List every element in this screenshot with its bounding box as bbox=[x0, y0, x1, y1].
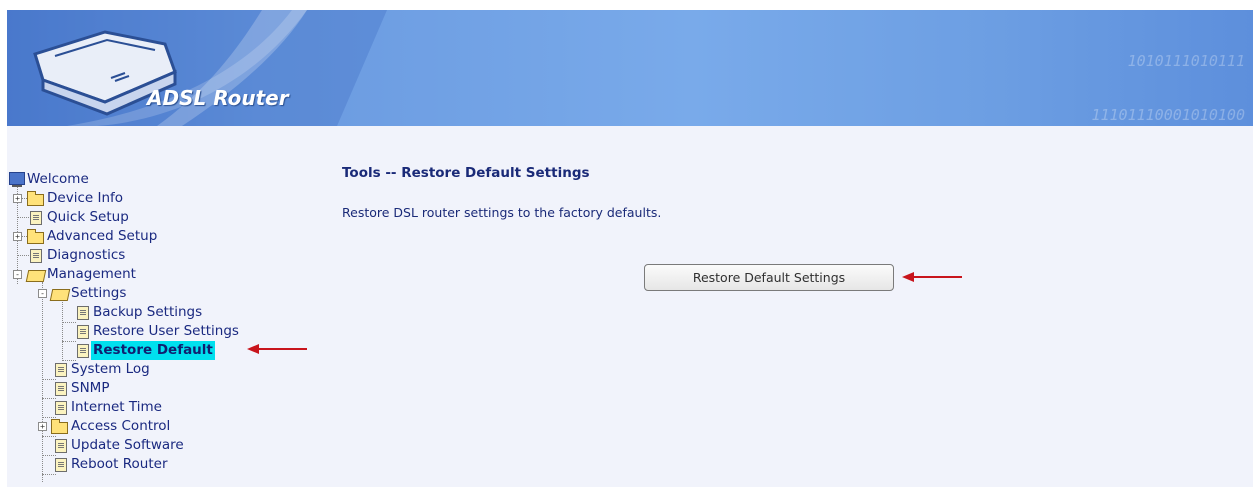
tree-connector bbox=[62, 322, 76, 323]
nav-item-label: Management bbox=[47, 266, 136, 282]
nav-item-label: Restore User Settings bbox=[93, 323, 239, 339]
binary-line: 1010111010111 bbox=[1127, 52, 1245, 70]
expand-icon[interactable]: + bbox=[38, 422, 47, 431]
page-icon bbox=[55, 458, 67, 472]
folder-icon bbox=[51, 419, 68, 434]
router-web-ui: 1010111010111 11101110001010100 10101101… bbox=[7, 10, 1253, 487]
monitor-icon bbox=[9, 172, 25, 187]
binary-decoration: 1010111010111 11101110001010100 10101101… bbox=[915, 16, 1245, 124]
nav-item-label: Backup Settings bbox=[93, 304, 203, 320]
page-icon bbox=[55, 401, 67, 415]
nav-item-label: Access Control bbox=[71, 418, 171, 434]
page-title: Tools -- Restore Default Settings bbox=[342, 165, 590, 181]
page-icon bbox=[55, 363, 67, 377]
nav-item-label: Advanced Setup bbox=[47, 228, 158, 244]
nav-item-label: Diagnostics bbox=[47, 247, 126, 263]
tree-connector bbox=[62, 341, 76, 342]
tree-connector bbox=[42, 455, 56, 456]
collapse-icon[interactable]: - bbox=[13, 270, 22, 279]
tree-connector bbox=[42, 282, 43, 482]
nav-item-label: Welcome bbox=[27, 171, 89, 187]
page-icon bbox=[30, 211, 42, 225]
page-icon bbox=[55, 382, 67, 396]
folder-icon bbox=[27, 229, 44, 244]
nav-item-label: Reboot Router bbox=[71, 456, 168, 472]
header-banner: 1010111010111 11101110001010100 10101101… bbox=[7, 10, 1253, 126]
expand-icon[interactable]: + bbox=[13, 232, 22, 241]
restore-default-settings-button[interactable]: Restore Default Settings bbox=[644, 264, 894, 291]
collapse-icon[interactable]: - bbox=[38, 289, 47, 298]
folder-icon bbox=[27, 191, 44, 206]
open-folder-icon bbox=[49, 289, 71, 301]
expand-icon[interactable]: + bbox=[13, 194, 22, 203]
page-icon bbox=[77, 306, 89, 320]
nav-item-label: Quick Setup bbox=[47, 209, 129, 225]
nav-item-label: System Log bbox=[71, 361, 150, 377]
page-description: Restore DSL router settings to the facto… bbox=[342, 205, 662, 220]
page-icon bbox=[30, 249, 42, 263]
annotation-arrow-icon bbox=[902, 272, 962, 282]
tree-connector bbox=[17, 255, 29, 256]
nav-item-label: Settings bbox=[71, 285, 127, 301]
page-icon bbox=[55, 439, 67, 453]
nav-item-label: Internet Time bbox=[71, 399, 162, 415]
binary-line: 11101110001010100 bbox=[1091, 106, 1245, 124]
nav-item-label: Device Info bbox=[47, 190, 124, 206]
tree-connector bbox=[62, 302, 63, 359]
tree-connector bbox=[42, 379, 56, 380]
nav-item-label-selected: Restore Default bbox=[91, 341, 215, 360]
tree-connector bbox=[42, 417, 56, 418]
nav-tree: Welcome + Device Info Quick Setup + Adva… bbox=[7, 170, 327, 485]
tree-connector bbox=[42, 436, 56, 437]
open-folder-icon bbox=[25, 270, 47, 282]
annotation-arrow-icon bbox=[247, 344, 307, 354]
page-icon bbox=[77, 325, 89, 339]
nav-item-label: Update Software bbox=[71, 437, 184, 453]
tree-connector bbox=[42, 474, 56, 475]
page-icon bbox=[77, 344, 89, 358]
nav-item-label: SNMP bbox=[71, 380, 110, 396]
tree-connector bbox=[17, 217, 29, 218]
brand-title: ADSL Router bbox=[147, 86, 289, 110]
tree-connector bbox=[42, 398, 56, 399]
